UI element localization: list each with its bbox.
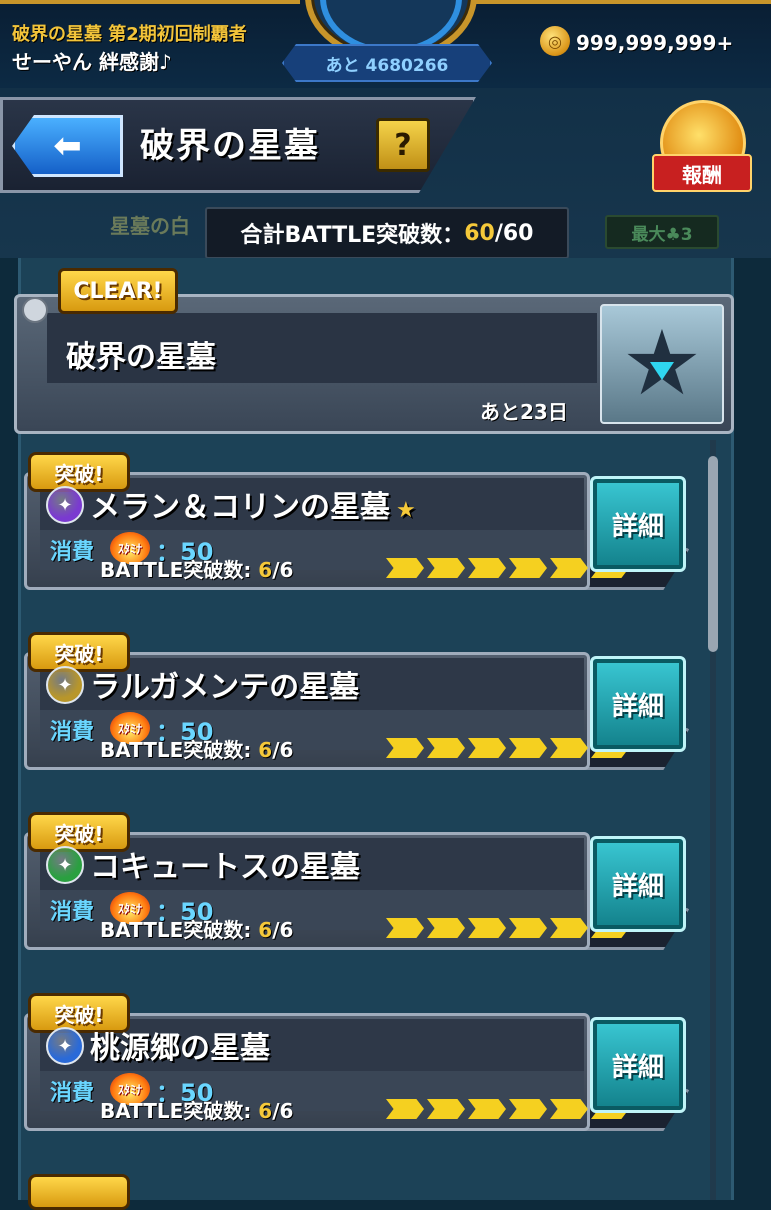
detail-button[interactable]: 詳細 [590, 656, 686, 752]
gem-shape [650, 362, 674, 380]
progress-segment [427, 1099, 465, 1119]
total-label: 合計BATTLE突破数： [240, 223, 465, 248]
battle-label: BATTLE突破数: [100, 1099, 259, 1123]
battle-max: /6 [272, 738, 294, 762]
detail-button[interactable]: 詳細 [590, 1017, 686, 1113]
stage-card[interactable]: 突破! ✦ コキュートスの星墓 消費 ｽﾀﾐﾅ ：50 BATTLE突破数: 6… [24, 812, 690, 950]
status-bar: 破界の星墓 第2期初回制覇者 せーやん 絆感謝♪ あと 4680266 ◎ 99… [0, 0, 771, 88]
progress-segment [550, 1099, 588, 1119]
progress-segment [427, 738, 465, 758]
next-break-badge [28, 1174, 130, 1210]
progress-segment [509, 918, 547, 938]
stage-card[interactable]: 突破! ✦ メラン＆コリンの星墓 ★ 消費 ｽﾀﾐﾅ ：50 BATTLE突破数:… [24, 452, 690, 590]
cost-label: 消費 [50, 900, 95, 925]
progress-segment [386, 918, 424, 938]
cost-label: 消費 [50, 540, 95, 565]
battle-current: 6 [258, 738, 273, 762]
area-name: 破界の星墓 [66, 340, 216, 375]
back-arrow-icon: ⬅ [53, 126, 82, 166]
pin-icon [22, 297, 48, 323]
scrollbar[interactable] [708, 456, 718, 652]
element-icon: ✦ [46, 846, 84, 884]
battle-label: BATTLE突破数: [100, 558, 259, 582]
progress-segment [468, 558, 506, 578]
progress-segment [550, 918, 588, 938]
help-button[interactable]: ? [376, 118, 430, 172]
progress-segment [386, 1099, 424, 1119]
reward-label: 報酬 [652, 154, 752, 192]
battle-current: 6 [258, 1099, 273, 1123]
progress-segment [468, 738, 506, 758]
status-bar-trim [0, 0, 300, 4]
element-icon: ✦ [46, 486, 84, 524]
stage-name: ラルガメンテの星墓 [90, 662, 365, 706]
battle-max: /6 [272, 1099, 294, 1123]
page-title: 破界の星墓 [140, 126, 320, 166]
progress-segment [386, 558, 424, 578]
battle-count: BATTLE突破数: 6/6 [100, 734, 293, 763]
area-days-left: あと23日 [480, 400, 568, 424]
battle-max: /6 [272, 558, 294, 582]
stage-name: コキュートスの星墓 [90, 842, 366, 886]
user-name: せーやん 絆感謝♪ [12, 50, 172, 74]
exp-remaining: あと 4680266 [282, 44, 492, 82]
element-icon: ✦ [46, 666, 84, 704]
element-icon: ✦ [46, 1027, 84, 1065]
stage-name-text: ラルガメンテの星墓 [90, 670, 360, 705]
star-icon: ★ [396, 498, 416, 523]
cost-label: 消費 [50, 1081, 95, 1106]
background-max-label: 最大♣3 [605, 215, 719, 249]
stage-card[interactable]: 突破! ✦ ラルガメンテの星墓 消費 ｽﾀﾐﾅ ：50 BATTLE突破数: 6… [24, 632, 690, 770]
stage-name-text: メラン＆コリンの星墓 [90, 490, 390, 525]
back-button[interactable]: ⬅ [12, 115, 123, 177]
progress-segment [468, 1099, 506, 1119]
stage-card[interactable]: 突破! ✦ 桃源郷の星墓 消費 ｽﾀﾐﾅ ：50 BATTLE突破数: 6/6 … [24, 993, 690, 1131]
stage-name-text: コキュートスの星墓 [90, 850, 360, 885]
stage-name: 桃源郷の星墓 [90, 1023, 276, 1067]
battle-max: /6 [272, 918, 294, 942]
progress-segment [509, 1099, 547, 1119]
stage-name: メラン＆コリンの星墓 ★ [90, 482, 416, 526]
total-battle-count: 合計BATTLE突破数： 60 /60 [205, 207, 569, 259]
detail-button[interactable]: 詳細 [590, 836, 686, 932]
stage-name-text: 桃源郷の星墓 [90, 1031, 270, 1066]
battle-current: 6 [258, 558, 273, 582]
progress-segment [468, 918, 506, 938]
progress-segment [427, 918, 465, 938]
progress-segment [509, 738, 547, 758]
progress-segment [427, 558, 465, 578]
cost-label: 消費 [50, 720, 95, 745]
progress-segment [550, 558, 588, 578]
progress-segment [386, 738, 424, 758]
battle-count: BATTLE突破数: 6/6 [100, 914, 293, 943]
coin-value: 999,999,999+ [576, 31, 734, 55]
battle-label: BATTLE突破数: [100, 738, 259, 762]
battle-count: BATTLE突破数: 6/6 [100, 1095, 293, 1124]
clear-badge: CLEAR! [58, 268, 178, 314]
progress-segment [509, 558, 547, 578]
coin-icon: ◎ [540, 26, 570, 56]
star-emblem-icon: ★ [600, 304, 724, 424]
total-current: 60 [464, 220, 495, 246]
status-bar-trim [470, 0, 771, 4]
user-title: 破界の星墓 第2期初回制覇者 [12, 24, 247, 45]
total-max: /60 [494, 220, 534, 246]
detail-button[interactable]: 詳細 [590, 476, 686, 572]
background-label: 星墓の白 [110, 214, 190, 238]
battle-current: 6 [258, 918, 273, 942]
progress-segment [550, 738, 588, 758]
battle-label: BATTLE突破数: [100, 918, 259, 942]
battle-count: BATTLE突破数: 6/6 [100, 554, 293, 583]
reward-button[interactable]: 報酬 [652, 100, 752, 196]
